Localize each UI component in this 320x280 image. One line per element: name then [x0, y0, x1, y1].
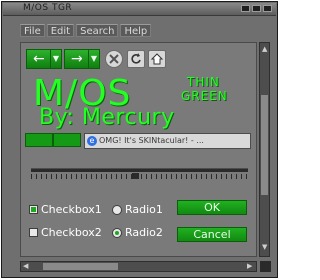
window-title: M/OS TGR [23, 3, 73, 13]
vertical-scrollbar[interactable]: ▲ ▼ [259, 42, 270, 257]
browser-icon: e [87, 136, 97, 146]
menu-help[interactable]: Help [120, 24, 152, 37]
cancel-button[interactable]: Cancel [177, 227, 247, 242]
chevron-down-icon[interactable]: ▼ [50, 50, 61, 68]
address-text: OMG! It's SKINtacular! - ... [99, 136, 204, 145]
ok-button[interactable]: OK [177, 200, 247, 215]
minimize-button[interactable] [241, 5, 250, 12]
checkbox1[interactable] [29, 205, 38, 214]
arrow-left-icon: ← [33, 51, 45, 67]
content-panel: ← ▼ → ▼ M/OS THIN GREEN By: Mercury e OM… [20, 42, 257, 257]
menu-bar: File Edit Search Help [20, 24, 152, 38]
home-icon [150, 53, 164, 65]
scroll-right-icon[interactable]: ▶ [247, 262, 252, 270]
checkbox2[interactable] [29, 228, 38, 237]
horizontal-scrollbar[interactable]: ◀ ▶ [20, 261, 257, 272]
radio2[interactable] [112, 228, 122, 238]
radio1-label: Radio1 [125, 203, 163, 216]
horizontal-scroll-thumb[interactable] [43, 263, 118, 270]
scroll-left-icon[interactable]: ◀ [23, 262, 28, 270]
stop-button[interactable] [105, 50, 123, 68]
close-button[interactable] [263, 5, 272, 12]
title-bar[interactable]: M/OS TGR [3, 3, 276, 16]
menu-edit[interactable]: Edit [46, 24, 75, 37]
radio1[interactable] [112, 205, 122, 215]
menu-file[interactable]: File [20, 24, 45, 37]
arrow-right-icon: → [71, 51, 83, 67]
slider-ticks [31, 174, 248, 179]
app-window: M/OS TGR File Edit Search Help ← ▼ → ▼ M… [1, 1, 278, 278]
vertical-scroll-thumb[interactable] [261, 95, 268, 195]
scroll-down-icon[interactable]: ▼ [262, 243, 267, 251]
slider-track[interactable] [31, 168, 248, 172]
checkbox2-label: Checkbox2 [41, 226, 102, 239]
refresh-button[interactable] [127, 50, 145, 68]
back-button[interactable]: ← ▼ [26, 49, 62, 69]
byline: By: Mercury [39, 105, 175, 130]
radio2-label: Radio2 [125, 226, 163, 239]
close-icon [109, 54, 119, 64]
maximize-button[interactable] [252, 5, 261, 12]
logo-thin: THIN [187, 75, 220, 89]
forward-button[interactable]: → ▼ [64, 49, 100, 69]
refresh-icon [131, 53, 141, 64]
segment-bar-1 [25, 133, 53, 147]
segment-bar-2 [53, 133, 81, 147]
slider-thumb[interactable] [132, 173, 139, 179]
checkbox1-label: Checkbox1 [41, 203, 102, 216]
scroll-up-icon[interactable]: ▲ [262, 45, 267, 53]
address-field[interactable]: e OMG! It's SKINtacular! - ... [84, 133, 251, 149]
resize-grip-icon[interactable] [260, 261, 271, 272]
logo-green: GREEN [181, 89, 228, 103]
menu-search[interactable]: Search [76, 24, 119, 37]
home-button[interactable] [148, 50, 166, 68]
chevron-down-icon[interactable]: ▼ [88, 50, 99, 68]
